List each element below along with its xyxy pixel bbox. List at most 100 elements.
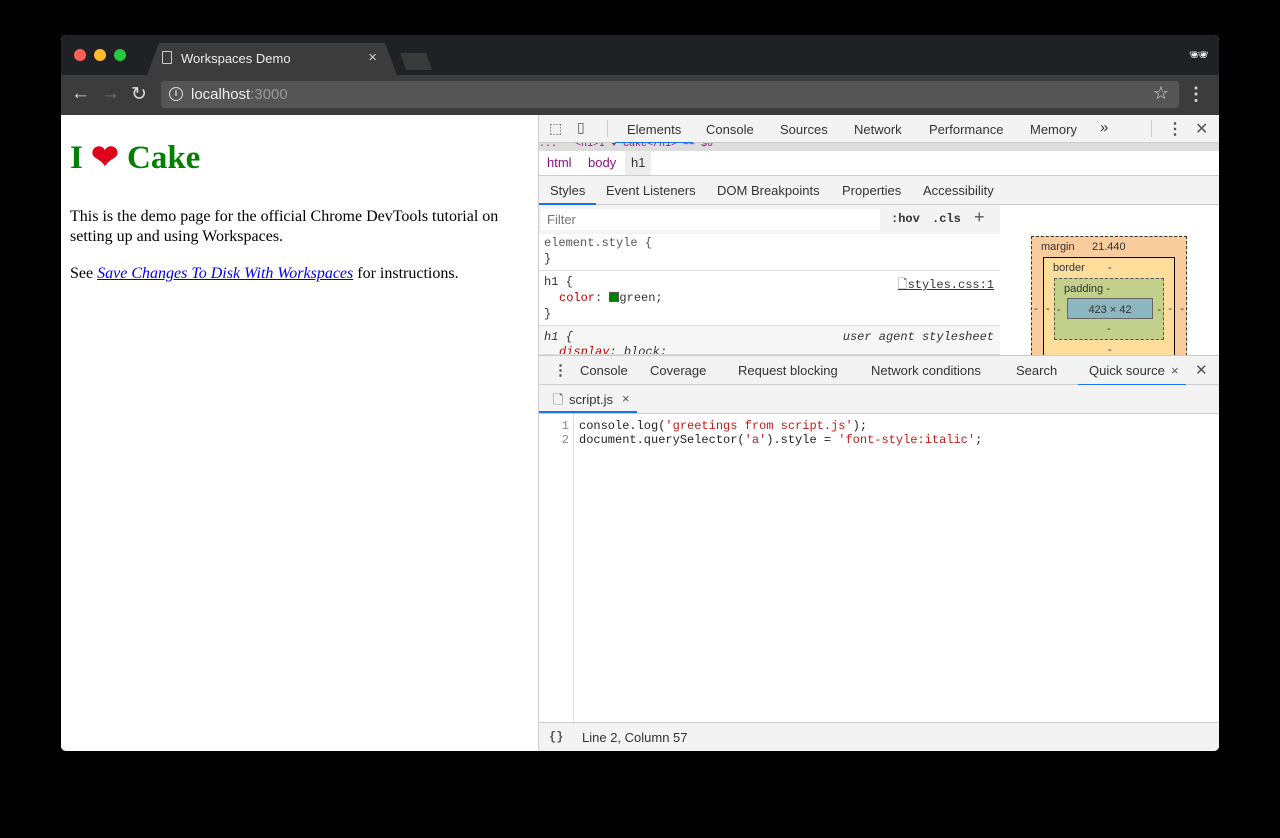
editor-status-bar: {} Line 2, Column 57 <box>539 722 1219 751</box>
dom-tree-strip[interactable]: ... <h1>I ♥ Cake</h1> == $0 <box>539 143 1219 151</box>
tab-elements[interactable]: Elements <box>627 122 681 137</box>
more-tabs-icon[interactable]: » <box>1100 119 1108 136</box>
ua-source: user agent stylesheet <box>842 330 994 344</box>
new-style-rule-button[interactable]: + <box>974 207 985 228</box>
border-top-value: - <box>1108 262 1112 274</box>
tab-title: Workspaces Demo <box>181 51 291 66</box>
box-border[interactable]: border - - - - padding - - - - 423 × 42 <box>1043 257 1175 367</box>
web-page: I ❤ Cake This is the demo page for the o… <box>61 115 538 751</box>
cursor-position: Line 2, Column 57 <box>582 730 688 745</box>
margin-right-value: - <box>1180 303 1184 315</box>
drawer-menu-icon[interactable]: ⋮ <box>553 361 568 379</box>
border-left-value: - <box>1046 303 1050 315</box>
styles-filter-input[interactable] <box>541 209 880 230</box>
info-icon[interactable]: i <box>169 87 183 101</box>
quick-source-close-icon[interactable]: × <box>1171 363 1179 378</box>
tab-network[interactable]: Network <box>854 122 902 137</box>
browser-tab[interactable]: Workspaces Demo × <box>147 43 397 75</box>
h1-selector: h1 { <box>544 275 573 289</box>
tab-console[interactable]: Console <box>706 122 754 137</box>
file-tab-script-js[interactable]: 🗋 script.js × <box>539 385 637 413</box>
subtab-dom-breakpoints[interactable]: DOM Breakpoints <box>717 183 820 198</box>
drawer-tab-console[interactable]: Console <box>580 363 628 378</box>
code-token: ); <box>852 419 868 433</box>
h1-style-rule: h1 { 🗋styles.css:1 color: green; } <box>539 271 1000 326</box>
device-toolbar-icon[interactable]: ▯ <box>577 119 585 136</box>
subtab-accessibility[interactable]: Accessibility <box>923 183 994 198</box>
inspect-element-icon[interactable]: ⬚ <box>549 120 562 137</box>
drawer-tab-coverage[interactable]: Coverage <box>650 363 706 378</box>
see-text: See <box>70 265 98 282</box>
element-style-selector: element.style { <box>544 236 653 250</box>
address-bar[interactable]: i localhost:3000 ☆ <box>161 81 1179 108</box>
color-value: green; <box>619 291 663 305</box>
tab-sources[interactable]: Sources <box>780 122 828 137</box>
code-token: ).style = <box>766 433 839 447</box>
bookmark-star-icon[interactable]: ☆ <box>1153 83 1169 104</box>
color-swatch[interactable] <box>609 292 620 302</box>
devtools-close-icon[interactable]: ✕ <box>1195 119 1208 139</box>
drawer-tab-network-conditions[interactable]: Network conditions <box>871 363 981 378</box>
url-port: :3000 <box>250 86 288 103</box>
close-window-button[interactable] <box>74 49 86 61</box>
instructions-text: for instructions. <box>353 265 459 282</box>
ua-selector: h1 { <box>544 330 573 344</box>
breadcrumb-body[interactable]: body <box>588 155 616 170</box>
content-size: 423 × 42 <box>1088 304 1132 316</box>
drawer-tab-search[interactable]: Search <box>1016 363 1057 378</box>
border-right-value: - <box>1168 303 1172 315</box>
padding-left-value: - <box>1057 304 1061 316</box>
box-model-diagram: margin 21.440 - - border - - - - padding… <box>1000 205 1219 367</box>
breadcrumb-html[interactable]: html <box>547 155 572 170</box>
box-padding[interactable]: padding - - - - 423 × 42 <box>1054 278 1164 340</box>
browser-menu-icon[interactable]: ⋮ <box>1187 84 1205 105</box>
pretty-print-button[interactable]: {} <box>549 730 563 744</box>
color-declaration[interactable]: color: green; <box>559 291 663 305</box>
box-margin[interactable]: margin 21.440 - - border - - - - padding… <box>1031 236 1187 367</box>
hov-toggle[interactable]: :hov <box>891 212 920 226</box>
workspaces-link[interactable]: Save Changes To Disk With Workspaces <box>97 265 353 282</box>
margin-left-value: - <box>1034 303 1038 315</box>
code-token: ; <box>975 433 983 447</box>
file-icon: 🗋 <box>553 392 564 407</box>
file-tab-close-icon[interactable]: × <box>622 391 630 406</box>
code-line-1[interactable]: console.log('greetings from script.js'); <box>579 419 867 433</box>
styles-source-link[interactable]: 🗋styles.css:1 <box>898 275 994 296</box>
forward-icon[interactable]: → <box>101 83 120 105</box>
box-content[interactable]: 423 × 42 <box>1067 298 1153 319</box>
maximize-window-button[interactable] <box>114 49 126 61</box>
elements-subtabs: Styles Event Listeners DOM Breakpoints P… <box>539 176 1219 205</box>
devtools-panel: ⬚ ▯ Elements Console Sources Network Per… <box>538 115 1219 751</box>
code-editor[interactable]: 1 2 console.log('greetings from script.j… <box>539 414 1219 722</box>
heading-text-i: I <box>70 140 83 176</box>
heart-icon: ❤ <box>91 140 119 176</box>
tab-performance[interactable]: Performance <box>929 122 1003 137</box>
subtab-properties[interactable]: Properties <box>842 183 901 198</box>
line-gutter: 1 2 <box>539 414 574 722</box>
tab-close-icon[interactable]: × <box>368 49 377 66</box>
breadcrumb-h1[interactable]: h1 <box>625 151 652 175</box>
back-icon[interactable]: ← <box>71 83 90 105</box>
breadcrumb: html body h1 <box>539 151 1219 176</box>
drawer-tab-request-blocking[interactable]: Request blocking <box>738 363 838 378</box>
tab-memory[interactable]: Memory <box>1030 122 1077 137</box>
drawer-close-icon[interactable]: ✕ <box>1195 361 1208 379</box>
line-number: 1 <box>561 419 569 433</box>
padding-right-value: - <box>1157 304 1161 316</box>
code-line-2[interactable]: document.querySelector('a').style = 'fon… <box>579 433 982 447</box>
minimize-window-button[interactable] <box>94 49 106 61</box>
devtools-main-toolbar: ⬚ ▯ Elements Console Sources Network Per… <box>539 115 1219 144</box>
new-tab-button[interactable] <box>400 53 432 70</box>
padding-bottom-value: - <box>1107 323 1111 335</box>
subtab-event-listeners[interactable]: Event Listeners <box>606 183 696 198</box>
instructions-paragraph: See Save Changes To Disk With Workspaces… <box>70 264 530 284</box>
toolbar-divider <box>607 120 608 137</box>
subtab-styles[interactable]: Styles <box>550 183 585 198</box>
devtools-menu-icon[interactable]: ⋮ <box>1167 119 1183 139</box>
drawer-tabbar: ⋮ Console Coverage Request blocking Netw… <box>539 355 1219 386</box>
browser-window: Workspaces Demo × 🕶 ← → ↻ i localhost:30… <box>61 35 1219 751</box>
cls-toggle[interactable]: .cls <box>932 212 961 226</box>
reload-icon[interactable]: ↻ <box>131 83 147 106</box>
title-bar: Workspaces Demo × 🕶 <box>61 35 1219 75</box>
drawer-tab-quick-source[interactable]: Quick source <box>1089 363 1165 378</box>
